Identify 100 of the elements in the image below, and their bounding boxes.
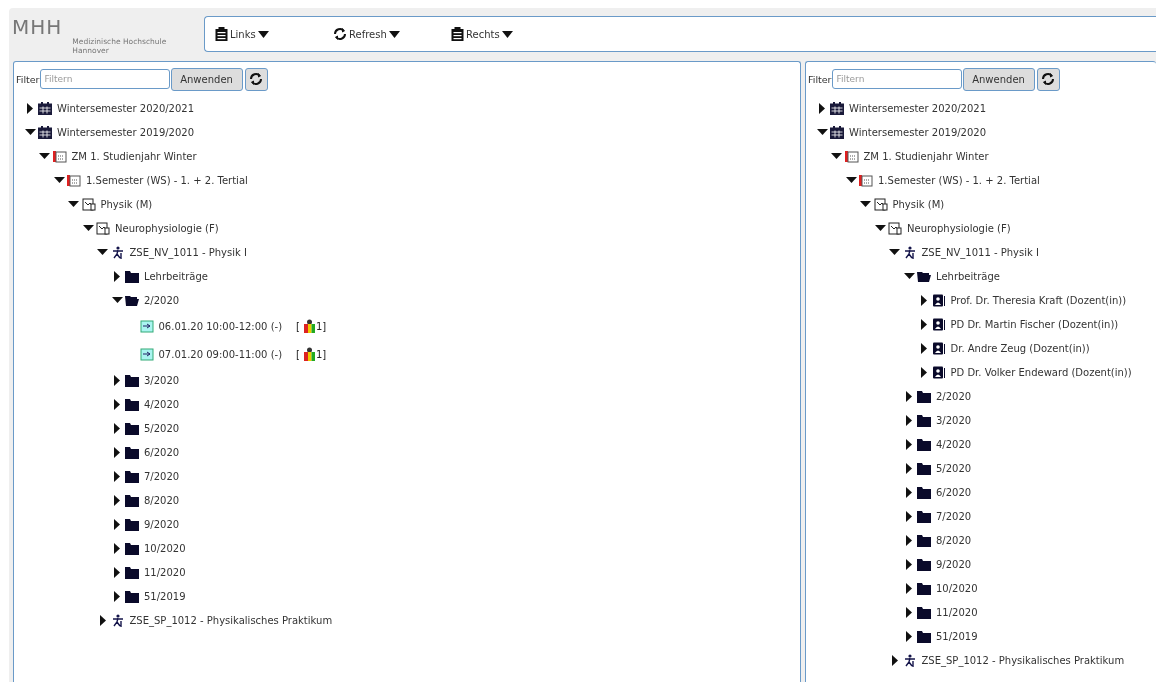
tree-item[interactable]: 4/2020 [144, 398, 180, 410]
collapsed-arrow-icon[interactable] [906, 558, 912, 570]
tree-item[interactable]: 51/2019 [144, 590, 186, 602]
tree-item[interactable]: 2/2020 [936, 390, 972, 402]
expanded-arrow-icon[interactable] [68, 201, 79, 207]
filter-field[interactable]: Filtern [39, 69, 170, 89]
tree-item[interactable]: 3/2020 [144, 374, 180, 386]
expanded-arrow-icon[interactable] [889, 249, 900, 255]
tree-item[interactable]: 8/2020 [936, 534, 972, 546]
tree-item[interactable]: 06.01.20 10:00-12:00 (-) [158, 320, 283, 332]
tree-item[interactable]: ZSE_SP_1012 - Physikalisches Praktikum [921, 654, 1125, 666]
menu-button[interactable]: Refresh [333, 27, 451, 41]
tree-item[interactable]: Prof. Dr. Theresia Kraft (Dozent(in)) [950, 294, 1127, 306]
reload-button[interactable] [244, 67, 268, 91]
collapsed-arrow-icon[interactable] [906, 390, 912, 402]
collapsed-arrow-icon[interactable] [906, 534, 912, 546]
collapsed-arrow-icon[interactable] [114, 446, 120, 458]
filter-field[interactable]: Filtern [831, 69, 962, 89]
tree-item[interactable]: Neurophysiologie (F) [115, 222, 219, 234]
tree-item[interactable]: Physik (M) [100, 198, 153, 210]
tree-item[interactable]: 5/2020 [936, 462, 972, 474]
collapsed-arrow-icon[interactable] [114, 270, 120, 282]
tree-item[interactable]: 1.Semester (WS) - 1. + 2. Tertial [878, 174, 1040, 186]
tree-item[interactable]: Lehrbeiträge [936, 270, 1000, 282]
tree-item[interactable]: ZM 1. Studienjahr Winter [71, 150, 197, 162]
tree-item[interactable]: 07.01.20 09:00-11:00 (-) [158, 348, 283, 360]
tree-item[interactable]: 11/2020 [936, 606, 978, 618]
collapsed-arrow-icon[interactable] [99, 614, 106, 626]
collapsed-arrow-icon[interactable] [891, 654, 898, 666]
tree-item[interactable]: ZSE_NV_1011 - Physik I [921, 246, 1039, 258]
tree-item[interactable]: 2/2020 [144, 294, 180, 306]
tree-item[interactable]: Lehrbeiträge [144, 270, 208, 282]
folder-icon [125, 469, 139, 483]
apply-button[interactable]: Anwenden [170, 67, 243, 91]
collapsed-arrow-icon[interactable] [906, 606, 912, 618]
tree-item[interactable]: 10/2020 [144, 542, 186, 554]
expanded-arrow-icon[interactable] [816, 129, 828, 135]
menu-button[interactable]: Links [215, 27, 333, 41]
apply-button[interactable]: Anwenden [962, 67, 1035, 91]
tree-item[interactable]: Wintersemester 2020/2021 [849, 102, 987, 114]
tree-item[interactable]: PD Dr. Martin Fischer (Dozent(in)) [950, 318, 1119, 330]
collapsed-arrow-icon[interactable] [114, 398, 120, 410]
collapsed-arrow-icon[interactable] [906, 630, 912, 642]
tree-item[interactable]: 6/2020 [936, 486, 972, 498]
tree-item[interactable]: 7/2020 [144, 470, 180, 482]
expanded-arrow-icon[interactable] [39, 153, 50, 159]
tree-item[interactable]: 1.Semester (WS) - 1. + 2. Tertial [86, 174, 248, 186]
tree-item[interactable]: 8/2020 [144, 494, 180, 506]
collapsed-arrow-icon[interactable] [906, 438, 912, 450]
expanded-arrow-icon[interactable] [24, 129, 36, 135]
collapsed-arrow-icon[interactable] [114, 542, 120, 554]
collapsed-arrow-icon[interactable] [114, 422, 120, 434]
expanded-arrow-icon[interactable] [860, 201, 871, 207]
tree-item[interactable]: Wintersemester 2020/2021 [57, 102, 195, 114]
expanded-arrow-icon[interactable] [53, 177, 65, 183]
collapsed-arrow-icon[interactable] [114, 518, 120, 530]
tree-item[interactable]: 7/2020 [936, 510, 972, 522]
expanded-arrow-icon[interactable] [903, 273, 915, 279]
collapsed-arrow-icon[interactable] [114, 494, 120, 506]
tree-item[interactable]: Neurophysiologie (F) [907, 222, 1011, 234]
collapsed-arrow-icon[interactable] [920, 342, 927, 354]
expanded-arrow-icon[interactable] [82, 225, 94, 231]
collapsed-arrow-icon[interactable] [114, 566, 120, 578]
collapsed-arrow-icon[interactable] [906, 486, 912, 498]
collapsed-arrow-icon[interactable] [27, 102, 33, 114]
collapsed-arrow-icon[interactable] [920, 366, 927, 378]
tree-item[interactable]: Dr. Andre Zeug (Dozent(in)) [950, 342, 1090, 354]
collapsed-arrow-icon[interactable] [920, 318, 927, 330]
tree-item[interactable]: 51/2019 [936, 630, 978, 642]
collapsed-arrow-icon[interactable] [114, 470, 120, 482]
tree-item[interactable]: 10/2020 [936, 582, 978, 594]
tree-item[interactable]: 6/2020 [144, 446, 180, 458]
tree-item[interactable]: Physik (M) [892, 198, 945, 210]
tree-item[interactable]: 3/2020 [936, 414, 972, 426]
expanded-arrow-icon[interactable] [845, 177, 857, 183]
tree-item[interactable]: 5/2020 [144, 422, 180, 434]
tree-item[interactable]: ZSE_SP_1012 - Physikalisches Praktikum [129, 614, 333, 626]
menu-button[interactable]: Rechts [451, 27, 569, 41]
collapsed-arrow-icon[interactable] [114, 374, 120, 386]
collapsed-arrow-icon[interactable] [819, 102, 825, 114]
expanded-arrow-icon[interactable] [831, 153, 842, 159]
tree-item[interactable]: Wintersemester 2019/2020 [849, 126, 987, 138]
collapsed-arrow-icon[interactable] [906, 582, 912, 594]
tree-item[interactable]: 9/2020 [144, 518, 180, 530]
expanded-arrow-icon[interactable] [111, 297, 123, 303]
tree-item[interactable]: ZSE_NV_1011 - Physik I [129, 246, 247, 258]
tree-item[interactable]: Wintersemester 2019/2020 [57, 126, 195, 138]
tree-item[interactable]: 11/2020 [144, 566, 186, 578]
expanded-arrow-icon[interactable] [874, 225, 886, 231]
tree-item[interactable]: 9/2020 [936, 558, 972, 570]
collapsed-arrow-icon[interactable] [906, 510, 912, 522]
collapsed-arrow-icon[interactable] [906, 414, 912, 426]
tree-item[interactable]: 4/2020 [936, 438, 972, 450]
collapsed-arrow-icon[interactable] [906, 462, 912, 474]
collapsed-arrow-icon[interactable] [920, 294, 927, 306]
tree-item[interactable]: PD Dr. Volker Endeward (Dozent(in)) [950, 366, 1132, 378]
reload-button[interactable] [1036, 67, 1060, 91]
collapsed-arrow-icon[interactable] [114, 590, 120, 602]
expanded-arrow-icon[interactable] [97, 249, 108, 255]
tree-item[interactable]: ZM 1. Studienjahr Winter [863, 150, 989, 162]
